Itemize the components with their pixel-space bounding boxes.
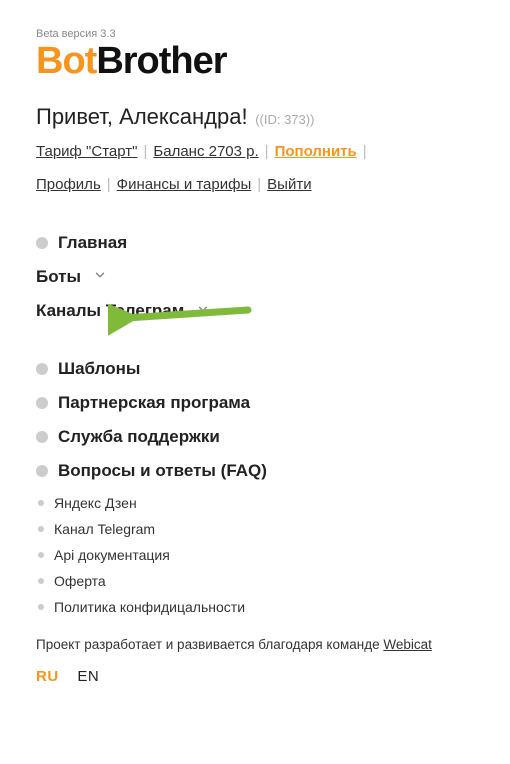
footer-credit: Проект разработает и развивается благода…	[36, 637, 474, 652]
nav-support-label: Служба поддержки	[58, 427, 220, 447]
support-link-label: Канал Telegram	[54, 521, 155, 537]
beta-version-label: Beta версия 3.3	[36, 28, 474, 40]
nav-partner-label: Партнерская програма	[58, 393, 250, 413]
nav-channels-label: Каналы Телеграм	[36, 301, 184, 321]
nav-main[interactable]: Главная	[36, 233, 474, 253]
sep: |	[143, 138, 147, 167]
support-link-label: Яндекс Дзен	[54, 495, 137, 511]
support-link-label: Api документация	[54, 547, 170, 563]
sep: |	[363, 138, 367, 167]
logo-part-bot: Bot	[36, 40, 96, 82]
lang-ru[interactable]: RU	[36, 668, 59, 685]
chevron-down-icon	[93, 267, 107, 287]
support-link-offer[interactable]: Оферта	[36, 573, 474, 589]
bullet-small-icon	[38, 604, 44, 610]
nav-templates-label: Шаблоны	[58, 359, 140, 379]
support-link-label: Политика конфидицальности	[54, 599, 245, 615]
nav-templates[interactable]: Шаблоны	[36, 359, 474, 379]
nav-channels[interactable]: Каналы Телеграм	[36, 301, 474, 321]
chevron-down-icon	[196, 301, 210, 321]
sidebar-nav: Главная Боты Каналы Телеграм Шаблоны Пар…	[36, 233, 474, 615]
sep: |	[257, 171, 261, 200]
link-tariff[interactable]: Тариф "Старт"	[36, 143, 137, 160]
bullet-small-icon	[38, 578, 44, 584]
nav-bots-label: Боты	[36, 267, 81, 287]
link-logout[interactable]: Выйти	[267, 176, 311, 193]
nav-bots[interactable]: Боты	[36, 267, 474, 287]
nav-faq[interactable]: Вопросы и ответы (FAQ)	[36, 461, 474, 481]
nav-support[interactable]: Служба поддержки	[36, 427, 474, 447]
greeting-text: Привет, Александра! ((ID: 373))	[36, 104, 474, 130]
link-finance[interactable]: Финансы и тарифы	[117, 176, 252, 193]
link-profile[interactable]: Профиль	[36, 176, 101, 193]
support-link-privacy[interactable]: Политика конфидицальности	[36, 599, 474, 615]
sep: |	[107, 171, 111, 200]
sep: |	[265, 138, 269, 167]
logo-part-brother: Brother	[96, 40, 226, 82]
lang-en[interactable]: EN	[77, 668, 99, 685]
support-links-list: Яндекс Дзен Канал Telegram Api документа…	[36, 495, 474, 615]
support-link-yandex[interactable]: Яндекс Дзен	[36, 495, 474, 511]
bullet-small-icon	[38, 552, 44, 558]
nav-partner[interactable]: Партнерская програма	[36, 393, 474, 413]
bullet-icon	[36, 431, 48, 443]
support-link-label: Оферта	[54, 573, 106, 589]
language-switcher: RU EN	[36, 668, 474, 685]
account-links-row1: Тариф "Старт" | Баланс 2703 р. | Пополнить |	[36, 138, 474, 167]
bullet-icon	[36, 397, 48, 409]
link-topup[interactable]: Пополнить	[275, 143, 357, 160]
footer-credit-text: Проект разработает и развивается благода…	[36, 637, 383, 652]
footer-credit-link[interactable]: Webicat	[383, 637, 432, 652]
greeting-id: ((ID: 373))	[252, 112, 315, 127]
bullet-icon	[36, 465, 48, 477]
bullet-small-icon	[38, 526, 44, 532]
link-balance[interactable]: Баланс 2703 р.	[153, 143, 258, 160]
account-links-row2: Профиль | Финансы и тарифы | Выйти	[36, 171, 474, 200]
support-link-api[interactable]: Api документация	[36, 547, 474, 563]
bullet-icon	[36, 237, 48, 249]
bullet-icon	[36, 363, 48, 375]
bullet-small-icon	[38, 500, 44, 506]
support-link-telegram[interactable]: Канал Telegram	[36, 521, 474, 537]
nav-main-label: Главная	[58, 233, 127, 253]
nav-faq-label: Вопросы и ответы (FAQ)	[58, 461, 267, 481]
app-logo: BotBrother	[36, 42, 474, 80]
greeting-hello: Привет, Александра!	[36, 104, 248, 129]
